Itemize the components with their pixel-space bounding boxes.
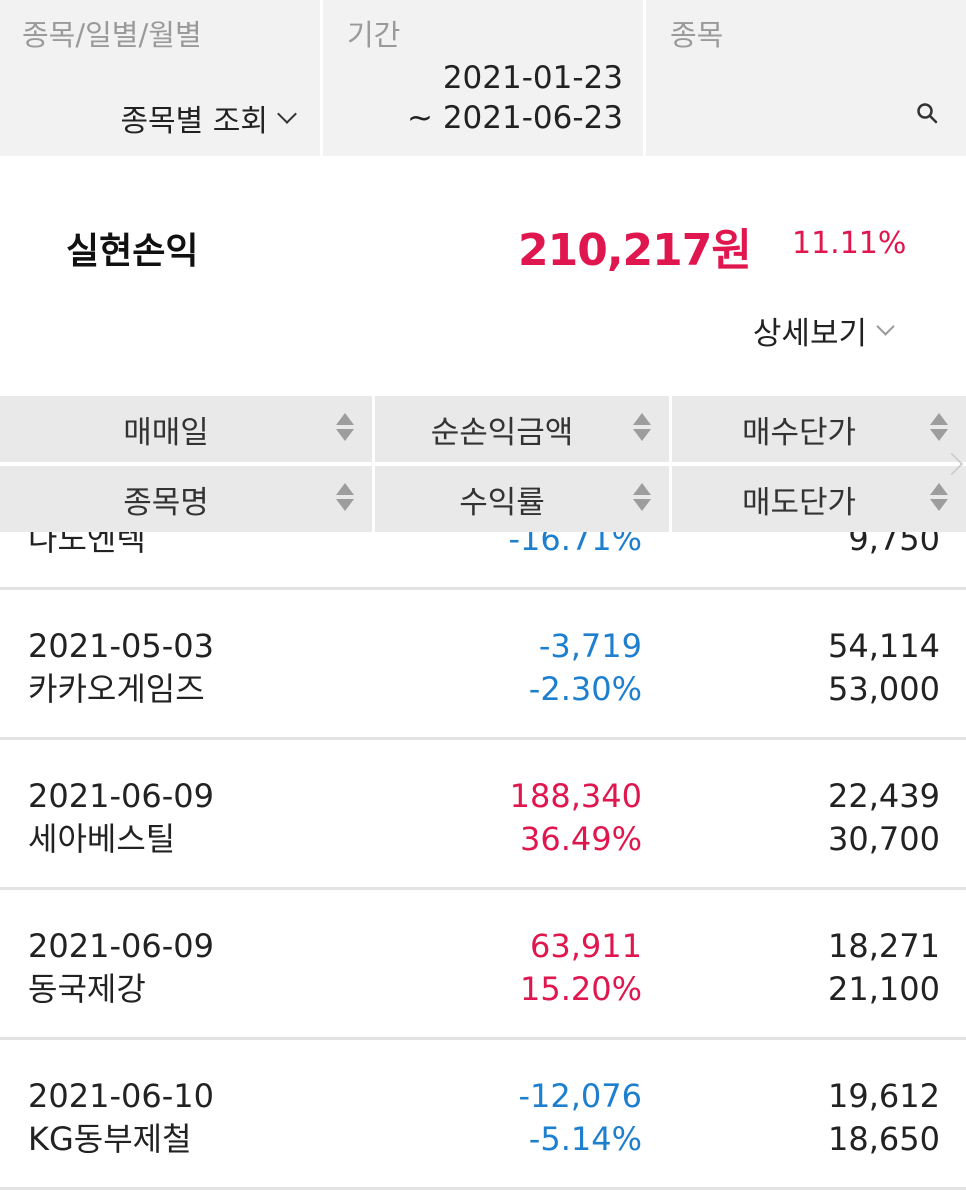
- row-buy-price: 22,439: [828, 777, 940, 815]
- summary-label: 실현손익: [66, 231, 199, 272]
- row-trade-date: 2021-06-09: [28, 927, 214, 965]
- view-mode-filter[interactable]: 종목/일별/월별 종목별 조회: [0, 0, 320, 156]
- view-mode-value: 종목별 조회: [120, 104, 268, 139]
- view-mode-label: 종목/일별/월별: [22, 18, 202, 52]
- row-sell-price: 53,000: [828, 670, 940, 708]
- table-row[interactable]: 나노엔텍 -16.71% 9,750: [0, 532, 966, 590]
- column-header-return-rate[interactable]: 수익률: [375, 466, 669, 532]
- row-trade-date: 2021-06-10: [28, 1077, 214, 1115]
- row-net-profit: -3,719: [538, 627, 642, 665]
- row-stock-name: 세아베스틸: [28, 820, 176, 858]
- row-return-rate: -5.14%: [528, 1120, 642, 1158]
- row-sell-price: 30,700: [828, 820, 940, 858]
- stock-label: 종목: [670, 18, 724, 52]
- row-return-rate: 36.49%: [519, 820, 642, 858]
- chevron-down-icon: [277, 104, 297, 124]
- row-stock-name: 동국제강: [28, 970, 146, 1008]
- sort-icon: [930, 483, 948, 515]
- row-trade-date: 2021-06-09: [28, 777, 214, 815]
- row-sell-price: 9,750: [848, 532, 940, 558]
- row-buy-price: 18,271: [828, 927, 940, 965]
- period-range[interactable]: 2021-01-23 ~ 2021-06-23: [407, 58, 623, 138]
- stock-filter[interactable]: 종목: [646, 0, 966, 156]
- detail-toggle-label: 상세보기: [752, 316, 867, 352]
- row-buy-price: 19,612: [828, 1077, 940, 1115]
- sort-icon: [930, 413, 948, 445]
- sort-icon: [633, 483, 651, 515]
- period-end: ~ 2021-06-23: [407, 100, 623, 136]
- row-net-profit: 188,340: [509, 777, 642, 815]
- column-header-sell-price[interactable]: 매도단가: [672, 466, 966, 532]
- column-header-trade-date[interactable]: 매매일: [0, 396, 372, 462]
- sort-icon: [633, 413, 651, 445]
- column-header-net-profit[interactable]: 순손익금액: [375, 396, 669, 462]
- row-stock-name: 나노엔텍: [28, 532, 146, 558]
- trade-list: 나노엔텍 -16.71% 9,750 2021-05-03 카카오게임즈 -3,…: [0, 532, 966, 1190]
- search-icon[interactable]: [916, 102, 938, 124]
- row-stock-name: KG동부제철: [28, 1120, 192, 1158]
- column-header-buy-price[interactable]: 매수단가: [672, 396, 966, 462]
- row-return-rate: 15.20%: [519, 970, 642, 1008]
- period-filter[interactable]: 기간 2021-01-23 ~ 2021-06-23: [323, 0, 643, 156]
- summary-rate: 11.11%: [792, 226, 907, 261]
- row-return-rate: -2.30%: [528, 670, 642, 708]
- table-row[interactable]: 2021-05-03 카카오게임즈 -3,719 -2.30% 54,114 5…: [0, 590, 966, 740]
- period-start: 2021-01-23: [442, 60, 623, 96]
- summary-amount: 210,217원: [518, 225, 752, 276]
- row-stock-name: 카카오게임즈: [28, 670, 205, 708]
- table-row[interactable]: 2021-06-09 동국제강 63,911 15.20% 18,271 21,…: [0, 890, 966, 1040]
- row-sell-price: 18,650: [828, 1120, 940, 1158]
- table-row[interactable]: 2021-06-09 세아베스틸 188,340 36.49% 22,439 3…: [0, 740, 966, 890]
- column-header-stock-name[interactable]: 종목명: [0, 466, 372, 532]
- row-sell-price: 21,100: [828, 970, 940, 1008]
- row-net-profit: -12,076: [518, 1077, 642, 1115]
- table-row[interactable]: 2021-06-10 KG동부제철 -12,076 -5.14% 19,612 …: [0, 1040, 966, 1190]
- filter-bar: 종목/일별/월별 종목별 조회 기간 2021-01-23 ~ 2021-06-…: [0, 0, 966, 156]
- row-buy-price: 54,114: [828, 627, 940, 665]
- detail-toggle-button[interactable]: 상세보기: [752, 308, 895, 353]
- sort-icon: [336, 413, 354, 445]
- sort-icon: [336, 483, 354, 515]
- period-label: 기간: [347, 18, 401, 52]
- chevron-down-icon: [876, 317, 895, 336]
- row-return-rate: -16.71%: [508, 532, 642, 558]
- table-header: 매매일 순손익금액 매수단가 종목명 수익률 매도단가: [0, 396, 966, 532]
- view-mode-dropdown[interactable]: 종목별 조회: [120, 96, 297, 140]
- row-trade-date: 2021-05-03: [28, 627, 214, 665]
- row-net-profit: 63,911: [530, 927, 642, 965]
